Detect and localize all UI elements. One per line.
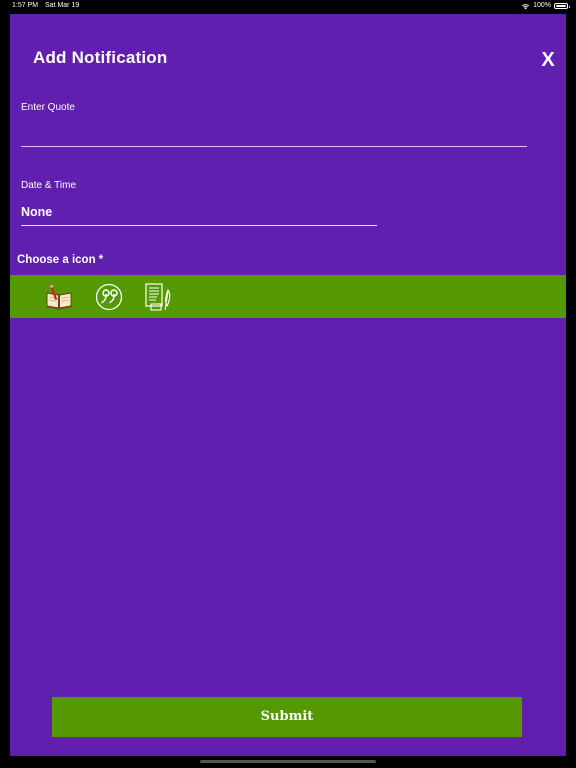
document-feather-icon[interactable] [143, 282, 173, 312]
quote-input[interactable] [21, 122, 527, 147]
status-date: Sat Mar 19 [45, 2, 80, 9]
battery-icon [554, 3, 570, 9]
page-title: Add Notification [33, 48, 168, 67]
battery-percent: 100% [533, 2, 551, 9]
date-time-field[interactable]: None [21, 204, 377, 226]
status-bar: 1:57 PM Sat Mar 19 100% [0, 0, 576, 12]
choose-icon-label: Choose a icon * [17, 254, 104, 266]
wifi-icon [521, 3, 530, 9]
submit-button[interactable]: Submit [52, 697, 522, 737]
date-time-label: Date & Time [21, 180, 77, 191]
close-button[interactable]: X [538, 50, 558, 70]
status-time: 1:57 PM [12, 2, 39, 9]
add-notification-sheet: Add Notification X Enter Quote Date & Ti… [10, 14, 566, 756]
status-indicators: 100% [521, 0, 570, 12]
quote-circle-icon[interactable] [94, 282, 124, 312]
icon-chooser-bar [10, 275, 566, 318]
open-book-pen-icon[interactable] [44, 282, 74, 312]
quote-label: Enter Quote [21, 102, 75, 113]
home-indicator [200, 760, 376, 763]
